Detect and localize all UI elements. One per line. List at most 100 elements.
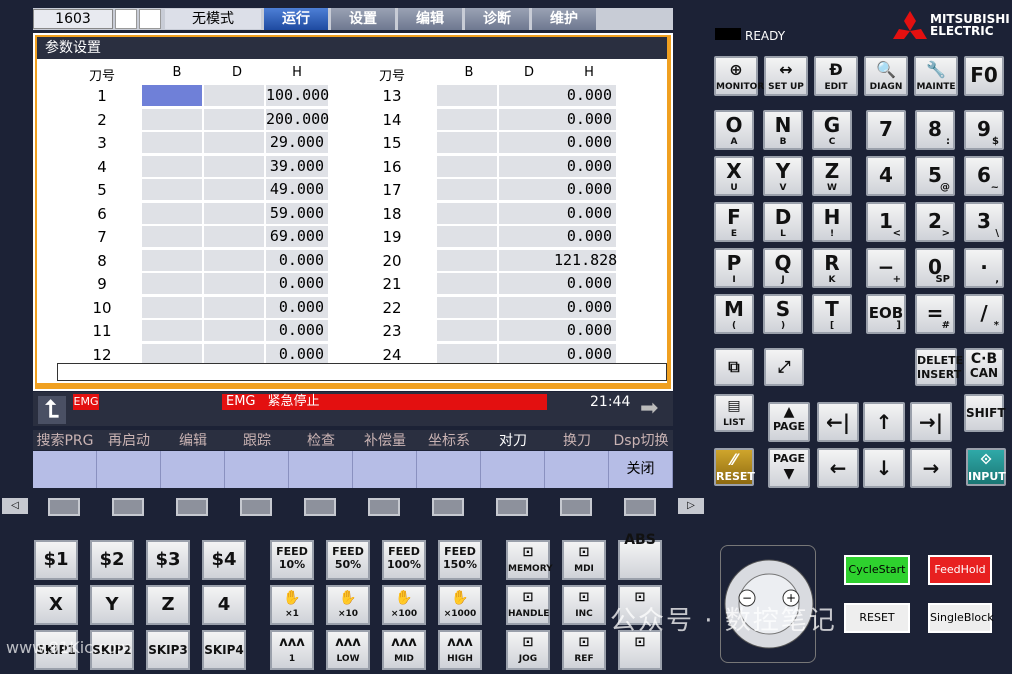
alpha-key[interactable]: NB [763, 110, 803, 150]
softkey-7[interactable] [432, 498, 464, 516]
h-cell[interactable]: 0.000 [554, 155, 616, 177]
h-cell[interactable]: 0.000 [554, 273, 616, 294]
input-key[interactable]: ⟐ INPUT [966, 448, 1006, 486]
b-cell[interactable] [142, 273, 202, 294]
cycle-start-button[interactable]: CycleStart [844, 555, 910, 585]
feed-override-key[interactable]: FEED 150% [438, 540, 482, 580]
softkey-button[interactable] [225, 451, 289, 488]
handle-magnification-key[interactable]: ✋ ×100 [382, 585, 426, 625]
function-key-monitor[interactable]: ⊕ MONITOR [714, 56, 764, 96]
h-cell[interactable]: 0.000 [554, 132, 616, 153]
b-cell[interactable] [437, 202, 497, 224]
function-key-setup[interactable]: ↔ SET UP [764, 56, 808, 96]
b-cell[interactable] [142, 226, 202, 247]
tab-maintain[interactable]: 维护 [532, 8, 596, 30]
softkey-9[interactable] [560, 498, 592, 516]
b-cell[interactable] [142, 296, 202, 318]
h-cell[interactable]: 0.000 [266, 320, 328, 341]
b-cell[interactable] [142, 108, 202, 130]
delete-insert-key[interactable]: DELETE INSERT [915, 348, 963, 386]
function-key-mainte[interactable]: 🔧 MAINTE [914, 56, 958, 96]
b-cell[interactable] [142, 320, 202, 341]
single-block-button[interactable]: SingleBlock [928, 603, 994, 633]
rapid-step-key[interactable]: ᴧᴧᴧ HIGH [438, 630, 482, 670]
softkey-right-arrow[interactable]: ▷ [678, 498, 704, 514]
axis-key[interactable]: SKIP4 [202, 630, 246, 670]
mode-key[interactable]: ⊡ JOG [506, 630, 550, 670]
mode-key[interactable]: ABS [618, 532, 662, 580]
softkey-button[interactable] [353, 451, 417, 488]
softkey-1[interactable] [48, 498, 80, 516]
h-cell[interactable]: 0.000 [554, 179, 616, 200]
right-arrow-icon[interactable]: → [910, 448, 952, 488]
tab-setup[interactable]: 设置 [331, 8, 395, 30]
alpha-key[interactable]: PI [714, 248, 754, 288]
softkey-2[interactable] [112, 498, 144, 516]
h-cell[interactable]: 0.000 [266, 296, 328, 318]
d-cell[interactable] [204, 108, 264, 130]
axis-key[interactable]: Z [146, 585, 190, 625]
d-cell[interactable] [499, 249, 559, 271]
softkey-button[interactable] [417, 451, 481, 488]
rapid-step-key[interactable]: ᴧᴧᴧ MID [382, 630, 426, 670]
b-cell[interactable] [437, 108, 497, 130]
d-cell[interactable] [499, 155, 559, 177]
function-key-diagn[interactable]: 🔍 DIAGN [864, 56, 908, 96]
alpha-key[interactable]: M( [714, 294, 754, 334]
b-cell[interactable] [437, 320, 497, 341]
end-arrow-icon[interactable]: →| [910, 402, 952, 442]
axis-key[interactable]: $2 [90, 540, 134, 580]
f0-key[interactable]: F0 [964, 56, 1004, 96]
axis-key[interactable]: X [34, 585, 78, 625]
softkey-8[interactable] [496, 498, 528, 516]
h-cell[interactable]: 0.000 [266, 273, 328, 294]
h-cell[interactable]: 121.828 [554, 249, 617, 271]
number-key[interactable]: = # [915, 294, 955, 334]
tab-edit[interactable]: 编辑 [398, 8, 462, 30]
alpha-key[interactable]: DL [763, 202, 803, 242]
window-key-icon[interactable]: ⧉ [714, 348, 754, 386]
down-arrow-icon[interactable]: ↓ [863, 448, 905, 488]
feed-override-key[interactable]: FEED 10% [270, 540, 314, 580]
softkey-button[interactable] [289, 451, 353, 488]
h-cell[interactable]: 49.000 [266, 179, 328, 200]
cursor-jump-key-icon[interactable]: ⤢ [764, 348, 804, 386]
b-cell[interactable] [142, 343, 202, 365]
d-cell[interactable] [204, 202, 264, 224]
softkey-3[interactable] [176, 498, 208, 516]
d-cell[interactable] [499, 320, 559, 341]
mode-key[interactable]: ⊡ REF [562, 630, 606, 670]
d-cell[interactable] [499, 296, 559, 318]
rapid-step-key[interactable]: ᴧᴧᴧ LOW [326, 630, 370, 670]
alpha-key[interactable]: QJ [763, 248, 803, 288]
cancel-key[interactable]: C·B CAN [964, 348, 1004, 386]
d-cell[interactable] [499, 179, 559, 200]
alpha-key[interactable]: YV [763, 156, 803, 196]
axis-key[interactable]: 4 [202, 585, 246, 625]
softkey-button[interactable] [33, 451, 97, 488]
feed-override-key[interactable]: FEED 100% [382, 540, 426, 580]
d-cell[interactable] [204, 249, 264, 271]
d-cell[interactable] [499, 132, 559, 153]
h-cell[interactable]: 0.000 [554, 343, 616, 365]
b-cell[interactable] [142, 132, 202, 153]
h-cell[interactable]: 69.000 [266, 226, 328, 247]
alpha-key[interactable]: OA [714, 110, 754, 150]
number-key[interactable]: 9 $ [964, 110, 1004, 150]
b-cell[interactable] [142, 202, 202, 224]
input-line[interactable] [57, 363, 667, 381]
b-cell[interactable] [437, 85, 497, 106]
d-cell[interactable] [499, 226, 559, 247]
d-cell[interactable] [204, 296, 264, 318]
b-cell[interactable] [437, 343, 497, 365]
h-cell[interactable]: 0.000 [554, 202, 616, 224]
d-cell[interactable] [204, 343, 264, 365]
h-cell[interactable]: 0.000 [554, 296, 616, 318]
tab-diagnose[interactable]: 诊断 [465, 8, 529, 30]
axis-key[interactable]: $3 [146, 540, 190, 580]
d-cell[interactable] [499, 343, 559, 365]
d-cell[interactable] [204, 273, 264, 294]
reset-button[interactable]: RESET [844, 603, 910, 633]
d-cell[interactable] [204, 132, 264, 153]
b-cell[interactable] [437, 249, 497, 271]
